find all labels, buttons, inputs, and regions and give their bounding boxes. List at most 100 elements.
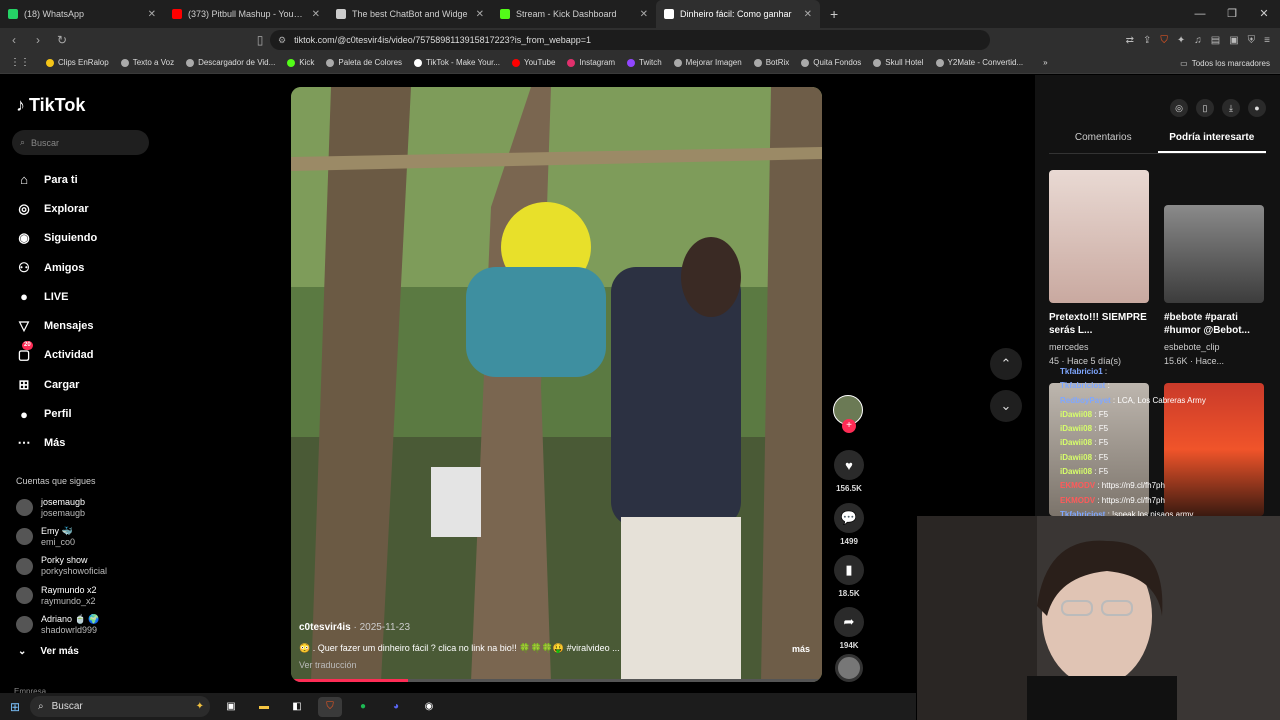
video-player[interactable]: c0tesvir4is · 2025-11-23 😳 . Quer fazer …: [291, 87, 822, 682]
wallet-icon[interactable]: ▣: [1229, 35, 1238, 46]
menu-item-explorar[interactable]: ◎ Explorar: [16, 194, 97, 223]
search-input[interactable]: ⌕ Buscar: [12, 130, 149, 155]
recommended-caption-1[interactable]: Pretexto!!! SIEMPRE serás L...: [1049, 311, 1159, 337]
panel-tab[interactable]: Podría interesarte: [1157, 132, 1266, 153]
video-more-link[interactable]: más: [792, 644, 810, 654]
browser-tab[interactable]: (373) Pitbull Mashup - YouTube ✕: [164, 0, 328, 28]
menu-item-mensajes[interactable]: ▽ Mensajes: [16, 311, 97, 340]
bookmark-item[interactable]: Skull Hotel: [867, 58, 929, 67]
sound-disc-icon[interactable]: [835, 654, 863, 682]
windows-start-icon[interactable]: ⊞: [0, 700, 30, 714]
profile-icon: ●: [20, 406, 28, 422]
tab-close-icon[interactable]: ✕: [804, 9, 812, 20]
tiktok-logo[interactable]: ♪ TikTok: [16, 95, 85, 116]
extensions-icon[interactable]: ✦: [1177, 35, 1185, 46]
followed-account[interactable]: Emy 🐳 emi_co0: [16, 522, 107, 551]
bookmark-item[interactable]: Descargador de Vid...: [180, 58, 281, 67]
compass-small-icon[interactable]: ◎: [1170, 99, 1188, 117]
browser-tab-bar: (18) WhatsApp ✕ (373) Pitbull Mashup - You…: [0, 0, 1280, 28]
menu-item-actividad[interactable]: ▢ 20 Actividad: [16, 341, 97, 370]
minimize-icon[interactable]: —: [1184, 0, 1216, 28]
menu-item-live[interactable]: ● LIVE: [16, 282, 97, 311]
download-icon[interactable]: ⤓: [1222, 99, 1240, 117]
followed-account[interactable]: Raymundo x2 raymundo_x2: [16, 581, 107, 610]
discord-icon[interactable]: ◕: [384, 697, 408, 717]
bookmark-item[interactable]: TikTok - Make Your...: [408, 58, 506, 67]
url-field[interactable]: ⚙ tiktok.com/@c0tesvir4is/video/75758981…: [270, 30, 990, 50]
recommended-caption-2[interactable]: #bebote #parati #humor @Bebot...: [1164, 311, 1274, 337]
phone-icon[interactable]: ▯: [1196, 99, 1214, 117]
bookmark-item[interactable]: Instagram: [561, 58, 621, 67]
browser-tab[interactable]: (18) WhatsApp ✕: [0, 0, 164, 28]
bookmark-item[interactable]: Paleta de Colores: [320, 58, 408, 67]
browser-tab[interactable]: Dinheiro fácil: Como ganhar ✕: [656, 0, 820, 28]
taskbar-search[interactable]: ⌕ Buscar ✦: [30, 696, 210, 717]
spotify-icon[interactable]: ●: [351, 697, 375, 717]
see-more-button[interactable]: ⌄ Ver más: [18, 646, 79, 657]
followed-account[interactable]: josemaugb josemaugb: [16, 493, 107, 522]
follow-plus-button[interactable]: +: [842, 419, 856, 433]
restore-icon[interactable]: ❐: [1216, 0, 1248, 28]
menu-item-para-ti[interactable]: ⌂ Para ti: [16, 165, 97, 194]
followed-account[interactable]: Adriano 🍵 🌍 shadowrld999: [16, 610, 107, 639]
recommended-author-1[interactable]: mercedes: [1049, 342, 1089, 352]
user-avatar[interactable]: ●: [1248, 99, 1266, 117]
translate-icon[interactable]: ⇄: [1126, 35, 1134, 46]
media-icon[interactable]: ♫: [1194, 35, 1202, 46]
bookmark-item[interactable]: Twitch: [621, 58, 668, 67]
bookmark-item[interactable]: Clips EnRalop: [40, 58, 115, 67]
bookmark-icon[interactable]: ▯: [250, 33, 270, 47]
bookmark-item[interactable]: Texto a Voz: [115, 58, 180, 67]
more-bookmarks-icon[interactable]: »: [1037, 58, 1053, 67]
tab-close-icon[interactable]: ✕: [476, 9, 484, 20]
tab-close-icon[interactable]: ✕: [148, 9, 156, 20]
bookmark-item[interactable]: Mejorar Imagen: [668, 58, 748, 67]
browser-tab[interactable]: Stream - Kick Dashboard ✕: [492, 0, 656, 28]
recommended-thumb-2[interactable]: [1164, 205, 1264, 303]
share-button[interactable]: ➦ 194K: [833, 607, 865, 650]
sidebar-toggle-icon[interactable]: ▤: [1211, 35, 1220, 46]
followed-account[interactable]: Porky show porkyshowoficial: [16, 552, 107, 581]
next-video-button[interactable]: ⌄: [990, 390, 1022, 422]
recommended-thumb-1[interactable]: [1049, 170, 1149, 303]
site-info-icon[interactable]: ⚙: [278, 35, 286, 46]
share-icon[interactable]: ⇪: [1143, 35, 1151, 46]
menu-item-cargar[interactable]: ⊞ Cargar: [16, 370, 97, 399]
recommended-author-2[interactable]: esbebote_clip: [1164, 342, 1220, 352]
task-view-icon[interactable]: ▣: [219, 697, 243, 717]
menu-item-amigos[interactable]: ⚇ Amigos: [16, 253, 97, 282]
brave-shield-icon[interactable]: ⛉: [1160, 35, 1168, 46]
video-author[interactable]: c0tesvir4is · 2025-11-23: [299, 622, 410, 633]
file-explorer-icon[interactable]: ▬: [252, 697, 276, 717]
forward-icon[interactable]: ›: [28, 33, 48, 47]
bookmark-item[interactable]: Y2Mate - Convertid...: [930, 58, 1030, 67]
panel-tab[interactable]: Comentarios: [1049, 132, 1158, 153]
bookmark-item[interactable]: Kick: [281, 58, 320, 67]
back-icon[interactable]: ‹: [4, 33, 24, 47]
menu-item-siguiendo[interactable]: ◉ Siguiendo: [16, 224, 97, 253]
menu-item-más[interactable]: ⋯ Más: [16, 429, 97, 458]
window-close-icon[interactable]: ✕: [1248, 0, 1280, 28]
all-bookmarks-folder[interactable]: ▭ Todos los marcadores: [1180, 52, 1270, 74]
new-tab-button[interactable]: +: [820, 6, 848, 22]
comment-button[interactable]: 💬 1499: [833, 503, 865, 546]
brave-browser-icon[interactable]: ⛉: [318, 696, 342, 717]
apps-icon[interactable]: ⋮⋮: [0, 57, 40, 68]
bookmark-item[interactable]: Quita Fondos: [795, 58, 867, 67]
bookmark-item[interactable]: BotRix: [748, 58, 796, 67]
vpn-icon[interactable]: ⛨: [1248, 35, 1256, 46]
bookmark-item[interactable]: YouTube: [506, 58, 561, 67]
tab-close-icon[interactable]: ✕: [640, 9, 648, 20]
save-button[interactable]: ▮ 18.5K: [833, 555, 865, 598]
menu-item-perfil[interactable]: ● Perfil: [16, 399, 97, 428]
menu-icon[interactable]: ≡: [1264, 35, 1270, 46]
store-icon[interactable]: ◧: [285, 697, 309, 717]
video-progress-bar[interactable]: [291, 679, 822, 682]
previous-video-button[interactable]: ⌃: [990, 348, 1022, 380]
browser-tab[interactable]: The best ChatBot and Widge ✕: [328, 0, 492, 28]
see-translation-link[interactable]: Ver traducción: [299, 660, 357, 670]
like-button[interactable]: ♥ 156.5K: [833, 450, 865, 493]
tab-close-icon[interactable]: ✕: [312, 9, 320, 20]
reload-icon[interactable]: ↻: [52, 33, 72, 47]
obs-icon[interactable]: ◉: [417, 697, 441, 717]
